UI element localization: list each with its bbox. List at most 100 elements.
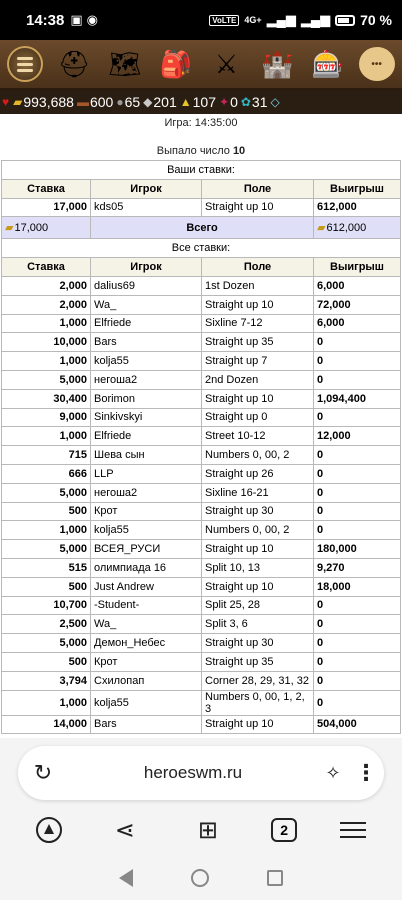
battery-percent: 70 % xyxy=(360,12,392,28)
bet-field: Straight up 10 xyxy=(201,388,314,409)
bet-amount: 2,000 xyxy=(1,275,91,296)
col-win: Выигрыш xyxy=(313,257,401,277)
bet-amount: 666 xyxy=(1,463,91,484)
player-link[interactable]: -Student- xyxy=(90,595,202,616)
table-row: 30,400 Borimon Straight up 10 1,094,400 xyxy=(1,388,401,409)
gems-icon: ✿ xyxy=(240,95,251,109)
bet-amount: 3,794 xyxy=(1,670,91,691)
player-link[interactable]: Bars xyxy=(90,332,202,353)
player-link[interactable]: Шева сын xyxy=(90,445,202,465)
player-link[interactable]: Wa_ xyxy=(90,614,202,635)
share-icon[interactable]: ⋖ xyxy=(105,816,145,845)
castle-icon[interactable]: 🏰 xyxy=(257,44,297,84)
whatsapp-icon: ◉ xyxy=(86,12,99,27)
bet-amount: 2,500 xyxy=(1,614,91,635)
player-link[interactable]: Elfriede xyxy=(90,313,202,334)
bet-field: Split 10, 13 xyxy=(201,557,314,578)
bet-amount: 1,000 xyxy=(1,313,91,334)
battery-icon xyxy=(335,14,356,26)
bet-win: 6,000 xyxy=(313,313,401,334)
address-bar[interactable]: ↻ heroeswm.ru ✧ ⋮ xyxy=(18,746,384,800)
table-row: 2,000 Wa_ Straight up 10 72,000 xyxy=(1,294,401,315)
player-link[interactable]: Just Andrew xyxy=(90,576,202,597)
bet-field: Numbers 0, 00, 2 xyxy=(201,520,314,541)
menu-icon[interactable] xyxy=(7,46,44,82)
player-link[interactable]: ВСЕЯ_РУСИ xyxy=(90,539,202,559)
network-gen: 4G+ xyxy=(244,15,262,25)
bet-win: 0 xyxy=(313,407,401,428)
result-label: Выпало число xyxy=(156,145,230,157)
url-text[interactable]: heroeswm.ru xyxy=(68,763,318,783)
recents-icon[interactable] xyxy=(267,870,283,886)
player-link[interactable]: негоша2 xyxy=(90,369,202,390)
map-scroll-icon[interactable]: 🗺 xyxy=(105,44,145,84)
knight-helmet-icon[interactable]: ⛑ xyxy=(54,44,94,84)
table-row: 3,794 Схилопап Corner 28, 29, 31, 32 0 xyxy=(1,670,401,691)
player-link[interactable]: олимпиада 16 xyxy=(90,557,202,578)
bet-amount: 500 xyxy=(1,501,91,522)
bet-field: 1st Dozen xyxy=(201,275,314,296)
bet-amount: 5,000 xyxy=(1,482,91,503)
your-bets-total: ▰17,000 Всего ▰612,000 xyxy=(1,216,401,240)
bet-field: Straight up 35 xyxy=(201,332,314,353)
bag-icon[interactable]: 🎒 xyxy=(156,44,196,84)
new-tab-icon[interactable]: ⊞ xyxy=(188,816,228,845)
player-link[interactable]: Wa_ xyxy=(90,294,202,315)
bet-win: 0 xyxy=(313,633,401,653)
roulette-icon[interactable]: 🎰 xyxy=(308,44,348,84)
player-link[interactable]: Крот xyxy=(90,501,202,522)
chat-dots: ••• xyxy=(371,58,382,70)
player-link[interactable]: Sinkivskyi xyxy=(90,407,202,428)
player-link[interactable]: Крот xyxy=(90,651,202,672)
bet-win: 0 xyxy=(313,463,401,484)
player-link[interactable]: kds05 xyxy=(90,197,202,218)
game-title: Игра: 14:35:00 xyxy=(164,117,238,129)
table-row: 2,500 Wa_ Split 3, 60 xyxy=(1,614,401,635)
bet-amount: 715 xyxy=(1,445,91,465)
more-options-icon[interactable]: ⋮ xyxy=(348,760,384,786)
bet-amount: 9,000 xyxy=(1,407,91,428)
tabs-button[interactable]: 2 xyxy=(271,818,298,842)
bet-win: 18,000 xyxy=(313,576,401,597)
player-link[interactable]: dalius69 xyxy=(90,275,202,296)
bet-win: 9,270 xyxy=(313,557,401,578)
bet-amount: 5,000 xyxy=(1,539,91,559)
col-player: Игрок xyxy=(90,257,202,277)
resource-diamond: ◇ xyxy=(271,95,281,109)
player-link[interactable]: негоша2 xyxy=(90,482,202,503)
col-win: Выигрыш xyxy=(313,178,401,199)
bet-field: Numbers 0, 00, 1, 2, 3 xyxy=(201,689,314,716)
bet-field: Sixline 16-21 xyxy=(201,482,314,503)
bet-amount: 5,000 xyxy=(1,633,91,653)
bet-win: 0 xyxy=(313,445,401,465)
player-link[interactable]: kolja55 xyxy=(90,689,202,716)
bet-field: Split 25, 28 xyxy=(201,595,314,616)
table-row: 1,000 kolja55 Numbers 0, 00, 1, 2, 30 xyxy=(1,689,401,716)
sulfur-icon: ▲ xyxy=(179,95,192,109)
gold-icon: ▰ xyxy=(317,222,326,235)
table-row: 1,000 Elfriede Sixline 7-12 6,000 xyxy=(1,313,401,334)
back-icon[interactable] xyxy=(119,869,133,887)
assistant-icon[interactable]: ✧ xyxy=(318,763,348,784)
notification-icon: ▣ xyxy=(70,12,83,27)
hamburger-menu-icon[interactable] xyxy=(340,822,367,838)
bet-field: Straight up 10 xyxy=(201,576,314,597)
player-link[interactable]: Схилопап xyxy=(90,670,202,691)
bet-win: 0 xyxy=(313,501,401,522)
home-icon[interactable] xyxy=(191,869,209,887)
player-link[interactable]: Bars xyxy=(90,714,202,735)
chat-icon[interactable]: ••• xyxy=(358,47,395,81)
player-link[interactable]: kolja55 xyxy=(90,520,202,541)
bet-amount: 10,700 xyxy=(1,595,91,616)
bet-win: 0 xyxy=(313,689,401,716)
player-link[interactable]: kolja55 xyxy=(90,351,202,371)
bet-win: 0 xyxy=(313,369,401,390)
player-link[interactable]: Elfriede xyxy=(90,426,202,447)
player-link[interactable]: Borimon xyxy=(90,388,202,409)
reload-icon[interactable]: ↻ xyxy=(18,760,68,786)
crossed-swords-icon[interactable]: ⚔ xyxy=(206,44,246,84)
player-link[interactable]: Демон_Небес xyxy=(90,633,202,653)
all-bets-header: Ставка Игрок Поле Выигрыш xyxy=(1,257,401,277)
alice-icon[interactable] xyxy=(35,817,62,843)
player-link[interactable]: LLP xyxy=(90,463,202,484)
